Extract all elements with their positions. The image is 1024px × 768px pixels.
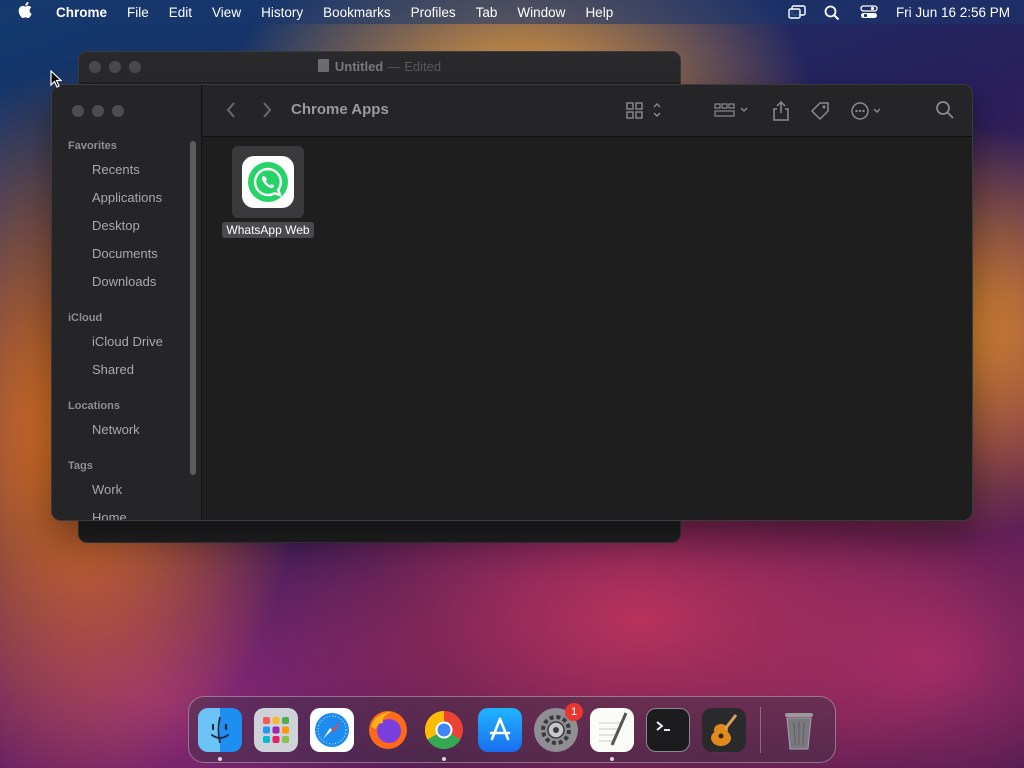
- dock-firefox-icon[interactable]: [366, 708, 410, 752]
- dock-app-store-icon[interactable]: [478, 707, 522, 752]
- dock-separator: [760, 706, 761, 753]
- finder-content-area[interactable]: WhatsApp Web: [203, 138, 972, 520]
- file-selection-highlight: [232, 146, 304, 218]
- view-mode-icon-grid-button[interactable]: [625, 100, 665, 125]
- spotlight-search-icon[interactable]: [824, 5, 842, 21]
- dock-terminal-icon[interactable]: [646, 707, 690, 752]
- dock-system-settings-icon[interactable]: 1: [534, 702, 583, 752]
- dock-launchpad-icon[interactable]: [254, 707, 298, 752]
- sidebar-section-favorites: Favorites: [68, 140, 117, 152]
- notification-badge: 1: [565, 702, 583, 721]
- dock-textedit-icon[interactable]: [590, 707, 634, 761]
- sidebar-scrollbar[interactable]: [190, 141, 196, 475]
- sidebar-item-icloud-drive[interactable]: iCloud Drive: [92, 334, 163, 349]
- forward-button[interactable]: [261, 100, 273, 125]
- untitled-window-title: Untitled — Edited: [79, 59, 680, 74]
- finder-toolbar: Chrome Apps: [203, 85, 972, 137]
- sidebar-item-documents[interactable]: Documents: [92, 246, 158, 261]
- finder-window[interactable]: Favorites Recents Applications Desktop D…: [51, 84, 973, 521]
- finder-window-controls: [72, 105, 132, 117]
- menu-app-name[interactable]: Chrome: [56, 5, 107, 20]
- back-button[interactable]: [225, 100, 237, 125]
- menu-view[interactable]: View: [212, 5, 241, 20]
- search-icon[interactable]: [935, 100, 955, 125]
- menu-help[interactable]: Help: [585, 5, 613, 20]
- close-button[interactable]: [72, 105, 84, 117]
- dock-trash-icon[interactable]: [777, 708, 821, 752]
- mouse-cursor-icon: [50, 69, 63, 93]
- dock-finder-icon[interactable]: [198, 707, 242, 761]
- dock-garageband-icon[interactable]: [702, 707, 746, 752]
- group-by-button[interactable]: [713, 100, 751, 125]
- sidebar-item-desktop[interactable]: Desktop: [92, 218, 140, 233]
- whatsapp-icon: [242, 156, 294, 208]
- dock-chrome-icon[interactable]: [422, 708, 466, 761]
- sidebar-item-shared[interactable]: Shared: [92, 362, 134, 377]
- menu-bookmarks[interactable]: Bookmarks: [323, 5, 391, 20]
- zoom-button[interactable]: [112, 105, 124, 117]
- dock-safari-icon[interactable]: [310, 707, 354, 752]
- file-item-whatsapp-web[interactable]: WhatsApp Web: [220, 146, 316, 239]
- running-indicator: [610, 756, 614, 761]
- menu-window[interactable]: Window: [517, 5, 565, 20]
- untitled-window-footer: [79, 520, 666, 528]
- menu-bar: Chrome File Edit View History Bookmarks …: [0, 0, 1024, 24]
- share-icon[interactable]: [771, 100, 791, 127]
- sidebar-item-tag-home[interactable]: Home: [92, 510, 127, 520]
- more-actions-icon[interactable]: [849, 100, 885, 127]
- control-center-icon[interactable]: [860, 5, 878, 19]
- sidebar-item-applications[interactable]: Applications: [92, 190, 162, 205]
- running-indicator: [442, 756, 446, 761]
- menu-history[interactable]: History: [261, 5, 303, 20]
- file-label-whatsapp-web: WhatsApp Web: [222, 222, 314, 238]
- sidebar-section-tags: Tags: [68, 460, 93, 472]
- apple-menu-icon[interactable]: [18, 2, 36, 22]
- title-separator: —: [387, 59, 401, 74]
- untitled-title-text: Untitled: [334, 59, 384, 74]
- dock: 1: [188, 696, 836, 763]
- window-title: Chrome Apps: [291, 101, 389, 118]
- finder-sidebar: Favorites Recents Applications Desktop D…: [52, 85, 202, 520]
- minimize-button[interactable]: [92, 105, 104, 117]
- tag-icon[interactable]: [809, 100, 831, 127]
- menu-edit[interactable]: Edit: [169, 5, 192, 20]
- sidebar-item-tag-work[interactable]: Work: [92, 482, 122, 497]
- menu-file[interactable]: File: [127, 5, 149, 20]
- screen-mirroring-icon[interactable]: [788, 5, 806, 19]
- running-indicator: [218, 756, 222, 761]
- sidebar-item-recents[interactable]: Recents: [92, 162, 140, 177]
- sidebar-section-locations: Locations: [68, 400, 120, 412]
- menu-tab[interactable]: Tab: [476, 5, 498, 20]
- sidebar-item-network[interactable]: Network: [92, 422, 140, 437]
- menu-profiles[interactable]: Profiles: [411, 5, 456, 20]
- edited-status: Edited: [404, 59, 442, 74]
- document-icon: [317, 59, 329, 72]
- menu-clock[interactable]: Fri Jun 16 2:56 PM: [896, 5, 1010, 20]
- sidebar-section-icloud: iCloud: [68, 312, 103, 324]
- sidebar-item-downloads[interactable]: Downloads: [92, 274, 156, 289]
